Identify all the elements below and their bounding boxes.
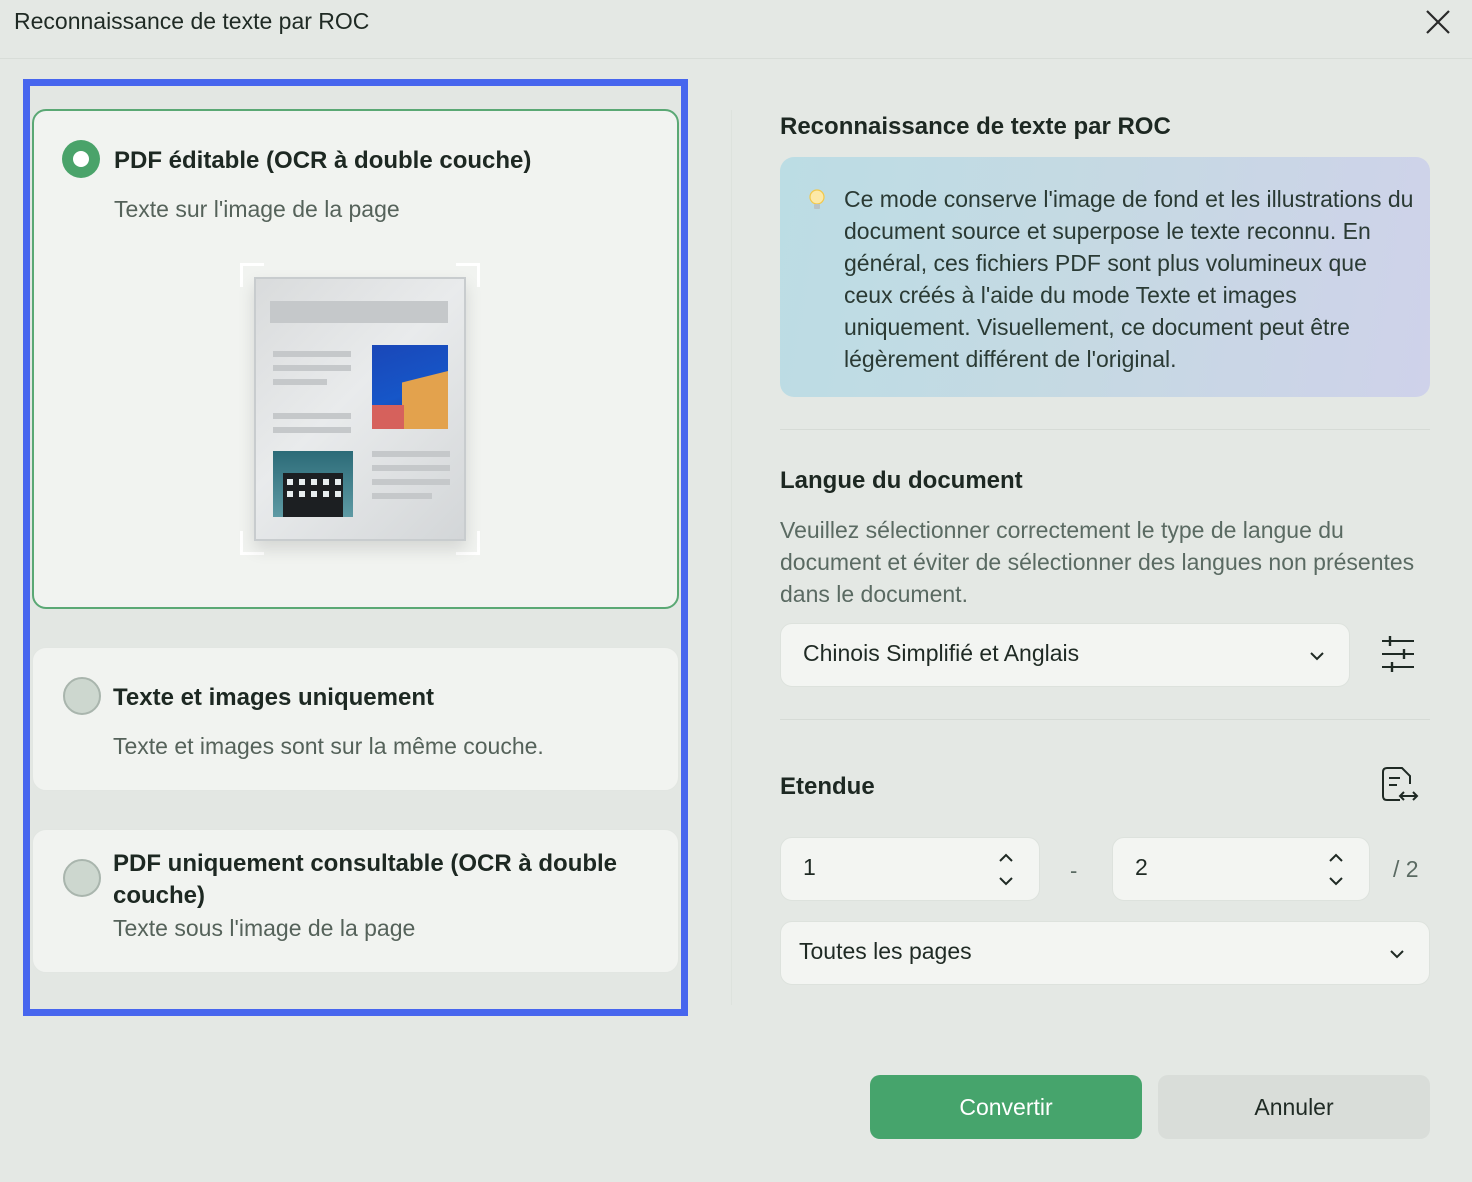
page-range-swap-button[interactable] bbox=[1380, 766, 1420, 806]
panel-divider bbox=[731, 110, 732, 1005]
language-select[interactable]: Chinois Simplifié et Anglais bbox=[780, 623, 1350, 687]
language-select-value: Chinois Simplifié et Anglais bbox=[803, 640, 1080, 666]
stepper-arrows-icon[interactable] bbox=[997, 852, 1015, 888]
selection-highlight-frame bbox=[23, 79, 688, 1016]
info-box: Ce mode conserve l'image de fond et les … bbox=[780, 157, 1430, 397]
range-section-title: Etendue bbox=[780, 773, 875, 800]
range-to-value: 2 bbox=[1135, 854, 1148, 880]
cancel-button[interactable]: Annuler bbox=[1158, 1075, 1430, 1139]
range-from-value: 1 bbox=[803, 854, 816, 880]
pages-select[interactable]: Toutes les pages bbox=[780, 921, 1430, 985]
section-divider bbox=[780, 429, 1430, 430]
range-to-stepper[interactable]: 2 bbox=[1112, 837, 1370, 901]
sliders-icon bbox=[1382, 636, 1414, 672]
convert-button[interactable]: Convertir bbox=[870, 1075, 1142, 1139]
page-total: / 2 bbox=[1393, 856, 1419, 882]
stepper-arrows-icon[interactable] bbox=[1327, 852, 1345, 888]
ocr-section-title: Reconnaissance de texte par ROC bbox=[780, 113, 1171, 140]
document-swap-icon bbox=[1382, 767, 1419, 801]
language-settings-button[interactable] bbox=[1378, 632, 1418, 676]
title-bar: Reconnaissance de texte par ROC bbox=[0, 0, 1472, 56]
chevron-down-icon bbox=[1310, 652, 1324, 661]
range-from-stepper[interactable]: 1 bbox=[780, 837, 1040, 901]
chevron-down-icon bbox=[1390, 950, 1404, 959]
info-text: Ce mode conserve l'image de fond et les … bbox=[844, 186, 1414, 372]
language-description: Veuillez sélectionner correctement le ty… bbox=[780, 517, 1415, 607]
dialog-title: Reconnaissance de texte par ROC bbox=[14, 8, 370, 34]
pages-select-value: Toutes les pages bbox=[799, 938, 972, 964]
section-divider bbox=[780, 719, 1430, 720]
language-section-title: Langue du document bbox=[780, 467, 1023, 494]
close-icon bbox=[1426, 10, 1450, 34]
lightbulb-icon bbox=[809, 189, 825, 209]
close-button[interactable] bbox=[1420, 4, 1456, 40]
range-separator: - bbox=[1070, 858, 1078, 883]
title-divider bbox=[0, 58, 1472, 59]
